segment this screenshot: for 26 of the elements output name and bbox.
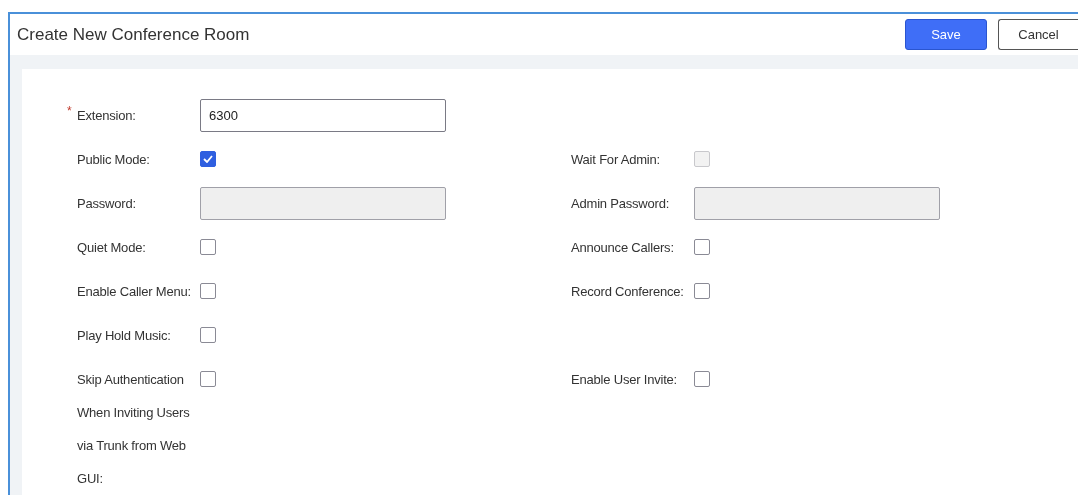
checkbox[interactable] xyxy=(694,239,710,255)
checkbox[interactable] xyxy=(200,151,216,167)
save-button[interactable]: Save xyxy=(905,19,987,50)
checkbox[interactable] xyxy=(694,283,710,299)
required-mark: * xyxy=(67,103,72,120)
cancel-button[interactable]: Cancel xyxy=(998,19,1078,50)
field-label: Play Hold Music: xyxy=(77,327,172,345)
field-label: Public Mode: xyxy=(77,151,151,169)
field-label: Admin Password: xyxy=(571,195,671,213)
checkbox[interactable] xyxy=(200,283,216,299)
checkbox[interactable] xyxy=(200,239,216,255)
field-label: Quiet Mode: xyxy=(77,239,147,257)
field-label: Password: xyxy=(77,195,137,213)
checkbox[interactable] xyxy=(200,371,216,387)
checkbox[interactable] xyxy=(200,327,216,343)
check-icon xyxy=(203,155,213,163)
field-label: Record Conference: xyxy=(571,283,685,301)
text-field[interactable]: 6300 xyxy=(200,99,446,132)
field-label: Announce Callers: xyxy=(571,239,675,257)
field-label: Enable User Invite: xyxy=(571,371,679,389)
window-title: Create New Conference Room xyxy=(17,23,250,46)
checkbox[interactable] xyxy=(694,371,710,387)
field-label: Extension: xyxy=(77,107,137,125)
field-label: Enable Caller Menu: xyxy=(77,283,192,301)
field-label: Wait For Admin: xyxy=(571,151,661,169)
field-label: Skip Authentication When Inviting Users via Trunk from Web GUI: xyxy=(77,371,191,488)
